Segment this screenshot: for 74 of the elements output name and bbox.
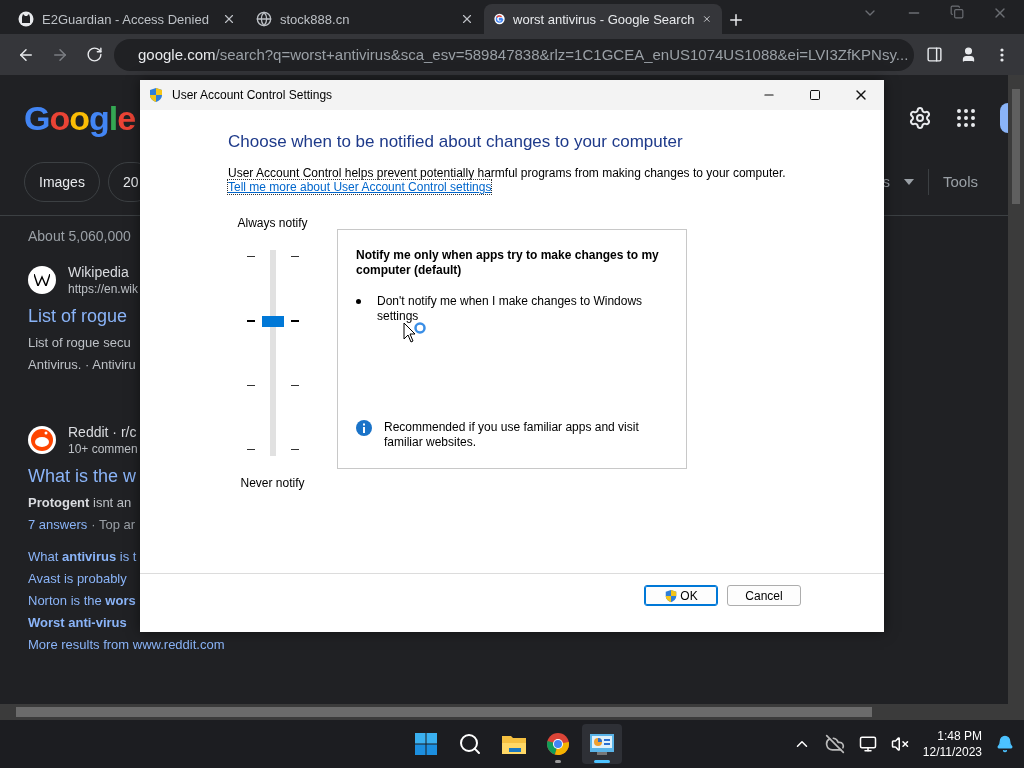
browser-tab[interactable]: E2Guardian - Access Denied xyxy=(8,4,246,34)
browser-tab[interactable]: stock888.cn xyxy=(246,4,484,34)
mute-icon[interactable] xyxy=(890,735,909,753)
clock[interactable]: 1:48 PM 12/11/2023 xyxy=(922,728,982,760)
bullet-text: Don't notify me when I make changes to Windows settings xyxy=(377,294,644,324)
w-icon xyxy=(28,266,56,294)
info-icon xyxy=(356,420,372,436)
folder-icon xyxy=(501,733,527,755)
cloud-off-icon[interactable] xyxy=(824,734,845,754)
result-url: 10+ commen xyxy=(68,442,138,456)
result-snippet: List of rogue secu xyxy=(28,335,131,350)
logo[interactable]: Google xyxy=(24,98,136,138)
busy-cursor-icon xyxy=(403,322,427,344)
network-icon[interactable] xyxy=(858,735,877,753)
restore-icon[interactable] xyxy=(950,5,964,19)
answers-meta: · Top ar xyxy=(91,516,136,534)
tick-mark xyxy=(290,449,299,450)
result-link[interactable]: What antivirus is t xyxy=(28,549,137,564)
slider-track[interactable] xyxy=(269,250,276,456)
result-snippet: Protogent isnt an xyxy=(28,495,132,510)
tick-mark xyxy=(246,385,255,386)
settings-icon[interactable] xyxy=(908,106,932,131)
start-icon xyxy=(414,732,438,756)
browser-tab[interactable]: worst antivirus - Google Search xyxy=(484,4,722,34)
dialog-heading: Choose when to be notified about changes to your computer xyxy=(228,132,684,152)
menu-icon xyxy=(1000,47,1004,62)
scrollbar[interactable] xyxy=(0,704,1024,720)
scrollbar[interactable] xyxy=(1008,75,1024,704)
address-field[interactable]: google.com/search?q=worst+antivirus&sca_esv=589847838&rlz=1C1GCEA_enUS1074US1088&ei=LVI3ZfKPNsy... xyxy=(114,38,914,71)
slider-top-label: Always notify xyxy=(237,216,308,230)
monitor-chart-icon xyxy=(589,732,615,756)
result-link[interactable]: More results from www.reddit.com xyxy=(28,637,225,652)
shield-icon xyxy=(664,588,679,603)
answers-link[interactable]: 7 answers xyxy=(28,514,88,536)
close-icon[interactable] xyxy=(460,12,474,26)
bell-icon[interactable] xyxy=(996,735,1014,753)
result-count: About 5,060,000 xyxy=(28,228,132,244)
window-title: User Account Control Settings xyxy=(172,88,333,102)
shield-icon xyxy=(148,87,164,103)
result-link[interactable]: Worst anti-virus xyxy=(28,615,127,630)
taskbar-button[interactable] xyxy=(582,724,622,764)
tick-mark xyxy=(290,320,299,322)
recommendation: Recommended if you use familiar apps and visit familiar websites. xyxy=(384,420,640,450)
maximize-icon xyxy=(809,89,821,101)
g-icon xyxy=(494,11,505,27)
search-icon xyxy=(458,732,482,756)
result-link[interactable]: Norton is the wors xyxy=(28,593,136,608)
result-url: https://en.wik xyxy=(68,282,139,296)
info-title: Notify me only when apps try to make changes to my computer (default) xyxy=(356,248,660,278)
globe-icon xyxy=(256,11,272,27)
avatar[interactable] xyxy=(1000,103,1008,134)
side-panel-icon xyxy=(925,46,943,63)
slider-bottom-label: Never notify xyxy=(240,476,305,490)
help-link[interactable]: Tell me more about User Account Control settings xyxy=(228,180,492,194)
plus-icon xyxy=(727,11,745,29)
bullet-icon xyxy=(356,299,361,304)
reload-icon xyxy=(85,46,103,63)
slider-thumb[interactable] xyxy=(261,315,284,327)
caret-icon xyxy=(903,178,914,185)
result-link[interactable]: Avast is probably xyxy=(28,571,127,586)
result-snippet: Antivirus. · Antiviru xyxy=(28,357,136,372)
tick-mark xyxy=(246,256,255,257)
description: User Account Control helps prevent potentially harmful programs from making changes to your computer. xyxy=(228,166,787,180)
tick-mark xyxy=(290,385,299,386)
tick-mark xyxy=(246,449,255,450)
result-source: Wikipedia xyxy=(68,264,130,280)
cancel-button[interactable]: Cancel xyxy=(727,585,801,606)
ok-button[interactable]: OK xyxy=(644,585,718,606)
browser-icon xyxy=(546,732,570,756)
tick-mark xyxy=(246,320,255,322)
tools-link[interactable]: Tools xyxy=(942,173,978,191)
close-icon[interactable] xyxy=(222,12,236,26)
result-source: Reddit · r/c xyxy=(68,424,138,440)
tick-mark xyxy=(290,256,299,257)
